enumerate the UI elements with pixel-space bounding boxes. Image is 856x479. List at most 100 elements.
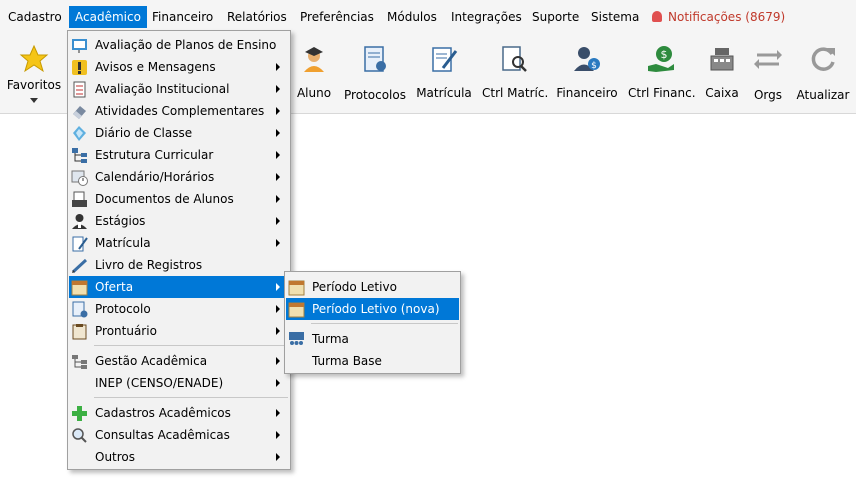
- orgs-label: Orgs: [753, 88, 783, 102]
- menu-separator: [311, 323, 458, 324]
- bell-icon: [652, 11, 662, 22]
- menu-modulos[interactable]: Módulos: [381, 6, 443, 28]
- menu-item-cadastros[interactable]: Cadastros Acadêmicos: [69, 402, 289, 424]
- menu-sistema[interactable]: Sistema: [585, 6, 645, 28]
- submenu-item-periodo-letivo-nova[interactable]: Período Letivo (nova): [286, 298, 459, 320]
- money-hand-icon: $: [648, 46, 674, 72]
- submenu-item-periodo-letivo[interactable]: Período Letivo: [286, 276, 459, 298]
- financeiro-button[interactable]: $ Financeiro: [556, 34, 618, 114]
- menu-item-calendario[interactable]: Calendário/Horários: [69, 166, 289, 188]
- chevron-right-icon: [276, 85, 280, 93]
- menu-bar: Cadastro Acadêmico Financeiro Relatórios…: [0, 0, 856, 34]
- menu-item-documentos[interactable]: Documentos de Alunos: [69, 188, 289, 210]
- menu-integracoes[interactable]: Integrações: [445, 6, 528, 28]
- academico-dropdown: Avaliação de Planos de Ensino Avisos e M…: [67, 30, 291, 470]
- chevron-right-icon: [276, 107, 280, 115]
- documents-icon: [72, 191, 87, 207]
- menu-item-matricula[interactable]: Matrícula: [69, 232, 289, 254]
- menu-cadastro[interactable]: Cadastro: [2, 6, 68, 28]
- menu-item-prontuario[interactable]: Prontuário: [69, 320, 289, 342]
- calendar-icon: [288, 302, 305, 318]
- chevron-right-icon: [276, 129, 280, 137]
- svg-text:$: $: [661, 48, 668, 61]
- pen-icon: [71, 258, 88, 274]
- menu-separator: [94, 345, 288, 346]
- ctrl-financ-button[interactable]: $ Ctrl Financ.: [628, 34, 696, 114]
- class-group-icon: [289, 332, 304, 345]
- chevron-right-icon: [276, 379, 280, 387]
- menu-separator: [94, 397, 288, 398]
- menu-financeiro[interactable]: Financeiro: [146, 6, 219, 28]
- caixa-button[interactable]: Caixa: [702, 34, 742, 114]
- notifications-link[interactable]: Notificações (8679): [646, 6, 791, 28]
- menu-item-estrutura[interactable]: Estrutura Curricular: [69, 144, 289, 166]
- caixa-label: Caixa: [705, 86, 739, 100]
- chevron-right-icon: [276, 409, 280, 417]
- submenu-item-turma[interactable]: Turma: [286, 328, 459, 350]
- chevron-right-icon: [276, 195, 280, 203]
- chevron-right-icon: [276, 173, 280, 181]
- svg-text:$: $: [591, 61, 597, 71]
- menu-item-oferta[interactable]: Oferta: [69, 276, 289, 298]
- chevron-right-icon: [276, 239, 280, 247]
- search-icon: [72, 428, 87, 443]
- menu-item-avaliacao-institucional[interactable]: Avaliação Institucional: [69, 78, 289, 100]
- matricula-button[interactable]: Matrícula: [416, 34, 472, 114]
- menu-item-inep[interactable]: INEP (CENSO/ENADE): [69, 372, 289, 394]
- chevron-down-icon: [30, 98, 38, 103]
- menu-item-livro-registros[interactable]: Livro de Registros: [69, 254, 289, 276]
- orgs-button[interactable]: Orgs: [750, 34, 786, 114]
- presentation-icon: [72, 39, 87, 53]
- eraser-icon: [73, 106, 86, 119]
- calendar-clock-icon: [71, 170, 88, 186]
- ctrl-matric-button[interactable]: Ctrl Matríc.: [482, 34, 549, 114]
- financeiro-label: Financeiro: [556, 86, 618, 100]
- menu-item-protocolo[interactable]: Protocolo: [69, 298, 289, 320]
- edit-document-icon: [432, 47, 458, 72]
- menu-item-diario[interactable]: Diário de Classe: [69, 122, 289, 144]
- submenu-item-turma-base[interactable]: Turma Base: [286, 350, 459, 372]
- menu-suporte[interactable]: Suporte: [526, 6, 585, 28]
- menu-item-estagios[interactable]: Estágios: [69, 210, 289, 232]
- star-icon: [19, 44, 49, 73]
- protocolos-label: Protocolos: [344, 88, 406, 102]
- matricula-label: Matrícula: [416, 86, 472, 100]
- menu-item-gestao[interactable]: Gestão Acadêmica: [69, 350, 289, 372]
- clipboard-icon: [72, 324, 87, 340]
- menu-item-consultas[interactable]: Consultas Acadêmicas: [69, 424, 289, 446]
- chevron-right-icon: [276, 283, 280, 291]
- menu-item-avisos[interactable]: Avisos e Mensagens: [69, 56, 289, 78]
- menu-academico[interactable]: Acadêmico: [69, 6, 147, 28]
- edit-document-icon: [72, 236, 88, 252]
- chevron-right-icon: [276, 63, 280, 71]
- hierarchy-icon: [72, 355, 87, 369]
- swap-arrows-icon: [754, 50, 782, 69]
- ctrl-matric-label: Ctrl Matríc.: [482, 86, 549, 100]
- calendar-icon: [288, 280, 305, 296]
- hierarchy-icon: [72, 148, 87, 163]
- document-search-icon: [502, 46, 527, 72]
- ctrl-financ-label: Ctrl Financ.: [628, 86, 696, 100]
- menu-relatorios[interactable]: Relatórios: [221, 6, 293, 28]
- favoritos-button[interactable]: Favoritos: [4, 34, 64, 114]
- favoritos-label: Favoritos: [6, 78, 62, 92]
- document-icon: [72, 301, 88, 318]
- menu-item-atividades[interactable]: Atividades Complementares: [69, 100, 289, 122]
- calendar-icon: [71, 280, 88, 296]
- oferta-submenu: Período Letivo Período Letivo (nova) Tur…: [284, 271, 461, 374]
- chevron-right-icon: [276, 357, 280, 365]
- diary-icon: [73, 126, 86, 141]
- refresh-icon: [811, 47, 835, 71]
- warning-icon: [72, 60, 87, 75]
- menu-item-avaliacao-planos[interactable]: Avaliação de Planos de Ensino: [69, 34, 289, 56]
- menu-preferencias[interactable]: Preferências: [294, 6, 380, 28]
- aluno-button[interactable]: Aluno: [294, 34, 334, 114]
- chevron-right-icon: [276, 453, 280, 461]
- atualizar-button[interactable]: Atualizar: [794, 34, 852, 114]
- protocolos-button[interactable]: Protocolos: [344, 34, 406, 114]
- checklist-icon: [73, 81, 86, 98]
- atualizar-label: Atualizar: [796, 88, 850, 102]
- student-icon: [304, 47, 324, 72]
- chevron-right-icon: [276, 217, 280, 225]
- menu-item-outros[interactable]: Outros: [69, 446, 289, 468]
